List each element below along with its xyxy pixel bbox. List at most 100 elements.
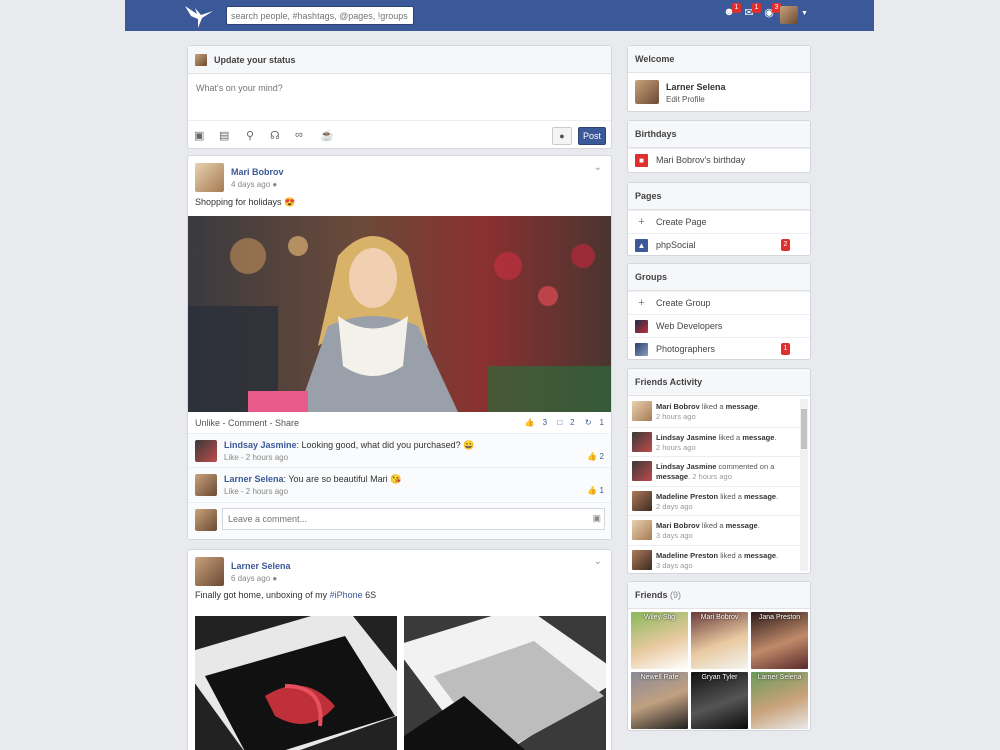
- friend-tile[interactable]: Larner Selena: [751, 672, 808, 729]
- avatar: [632, 401, 652, 421]
- widget-title: Friends (9): [628, 582, 810, 609]
- comment-composer: ▣: [188, 502, 611, 539]
- privacy-icon: ●: [272, 180, 278, 189]
- activity-item[interactable]: Mari Bobrov liked a message. 3 days ago: [628, 515, 800, 545]
- headphones-icon[interactable]: ☊: [270, 129, 280, 142]
- status-textarea[interactable]: [188, 75, 611, 119]
- post-actions[interactable]: Unlike - Comment - Share: [195, 418, 299, 428]
- plus-icon: +: [638, 216, 645, 228]
- comment-meta[interactable]: Like - 2 hours ago: [224, 453, 288, 462]
- create-page-link[interactable]: + Create Page: [628, 210, 810, 233]
- post-counts: 👍 3 □ 2 ↻ 1: [517, 418, 604, 427]
- comment-avatar[interactable]: [195, 474, 217, 496]
- friends-widget: Friends (9) Wiley Stig Mari Bobrov Jana …: [627, 581, 811, 731]
- comment-like-count[interactable]: 👍 2: [587, 452, 604, 461]
- edit-profile-link[interactable]: Edit Profile: [666, 95, 705, 104]
- friend-tile[interactable]: Mari Bobrov: [691, 612, 748, 669]
- page-item[interactable]: ▲ phpSocial 2: [628, 233, 810, 256]
- camera-icon[interactable]: ▣: [194, 129, 204, 142]
- friend-request-count: 1: [732, 3, 741, 13]
- status-title: Update your status: [214, 55, 296, 65]
- comment-text: Larner Selena: You are so beautiful Mari…: [224, 474, 402, 484]
- activity-item[interactable]: Mari Bobrov liked a message. 2 hours ago: [628, 397, 800, 427]
- birthday-item[interactable]: ■ Mari Bobrov's birthday: [628, 148, 810, 171]
- like-count[interactable]: 👍 3: [525, 418, 547, 427]
- widget-title: Friends Activity: [628, 369, 810, 396]
- group-icon: [635, 343, 648, 356]
- create-group-link[interactable]: + Create Group: [628, 291, 810, 314]
- hummingbird-logo-icon[interactable]: [181, 2, 215, 30]
- activity-item[interactable]: Lindsay Jasmine liked a message. 2 hours …: [628, 426, 800, 457]
- post-photo[interactable]: [195, 616, 397, 750]
- comment-like-count[interactable]: 👍 1: [587, 486, 604, 495]
- food-icon[interactable]: ☕: [320, 129, 334, 142]
- hashtag-link[interactable]: #iPhone: [330, 590, 363, 600]
- welcome-widget: Welcome Larner Selena Edit Profile: [627, 45, 811, 112]
- comment-input[interactable]: [222, 508, 605, 530]
- privacy-toggle-button[interactable]: ●: [552, 127, 572, 145]
- comment-text: Lindsay Jasmine: Looking good, what did …: [224, 440, 475, 450]
- film-icon[interactable]: ▤: [219, 129, 229, 142]
- post-photo[interactable]: [404, 616, 606, 750]
- post-menu-chevron-icon[interactable]: ⌄: [594, 556, 602, 567]
- comment-meta[interactable]: Like - 2 hours ago: [224, 487, 288, 496]
- post-author-avatar[interactable]: [195, 163, 224, 192]
- pages-widget: Pages + Create Page ▲ phpSocial 2: [627, 182, 811, 256]
- feed-post: Larner Selena 6 days ago ● ⌄ Finally got…: [187, 549, 612, 750]
- avatar: [632, 461, 652, 482]
- chevron-down-icon[interactable]: ▼: [801, 10, 808, 17]
- group-count-badge: 1: [781, 343, 790, 355]
- image-upload-icon[interactable]: ▣: [592, 513, 601, 524]
- glasses-icon[interactable]: ∞: [295, 129, 303, 141]
- status-header: Update your status: [188, 46, 611, 74]
- post-photo[interactable]: [188, 216, 611, 412]
- avatar: [632, 431, 652, 452]
- location-icon[interactable]: ⚲: [246, 129, 254, 142]
- friends-count: (9): [670, 590, 682, 600]
- post-menu-chevron-icon[interactable]: ⌄: [594, 162, 602, 173]
- widget-title: Birthdays: [628, 121, 810, 148]
- post-author-avatar[interactable]: [195, 557, 224, 586]
- scrollbar-thumb[interactable]: [801, 409, 807, 449]
- search-input[interactable]: [226, 6, 414, 25]
- post-author-name[interactable]: Larner Selena: [231, 561, 291, 571]
- friend-request-icon[interactable]: ☻ 1: [721, 3, 741, 22]
- post-timestamp[interactable]: 4 days ago ●: [231, 180, 277, 189]
- share-count[interactable]: ↻ 1: [585, 418, 604, 427]
- notification-icon[interactable]: ◉ 3: [761, 3, 781, 22]
- user-avatar[interactable]: [780, 6, 798, 24]
- status-toolbar: ▣ ▤ ⚲ ☊ ∞ ☕ ● Post: [188, 120, 611, 148]
- friend-tile[interactable]: Wiley Stig: [631, 612, 688, 669]
- page-icon: ▲: [635, 239, 648, 252]
- activity-scrollbar[interactable]: [800, 399, 808, 571]
- friend-tile[interactable]: Jana Preston: [751, 612, 808, 669]
- group-icon: [635, 320, 648, 333]
- message-icon[interactable]: ✉ 1: [741, 3, 761, 22]
- message-count: 1: [752, 3, 761, 13]
- activity-item[interactable]: Madeline Preston liked a message. 2 days …: [628, 485, 800, 516]
- activity-item[interactable]: Madeline Preston liked a message. 3 days …: [628, 544, 800, 573]
- comment-avatar[interactable]: [195, 440, 217, 462]
- widget-title: Groups: [628, 264, 810, 291]
- avatar: [195, 54, 207, 66]
- widget-title: Pages: [628, 183, 810, 210]
- avatar[interactable]: [635, 80, 659, 104]
- page-count-badge: 2: [781, 239, 790, 251]
- groups-widget: Groups + Create Group Web Developers Pho…: [627, 263, 811, 360]
- activity-item[interactable]: Lindsay Jasmine commented on a message. …: [628, 456, 800, 486]
- avatar: [632, 490, 652, 511]
- welcome-name[interactable]: Larner Selena: [666, 82, 726, 92]
- post-text: Shopping for holidays 😍: [195, 197, 296, 207]
- group-item[interactable]: Photographers 1: [628, 337, 810, 360]
- privacy-icon: ●: [272, 574, 278, 583]
- status-composer: Update your status ▣ ▤ ⚲ ☊ ∞ ☕ ● Post: [187, 45, 612, 149]
- post-timestamp[interactable]: 6 days ago ●: [231, 574, 277, 583]
- post-button[interactable]: Post: [578, 127, 606, 145]
- comment-count[interactable]: □ 2: [557, 418, 574, 427]
- friend-tile[interactable]: Gryan Tyler: [691, 672, 748, 729]
- post-author-name[interactable]: Mari Bobrov: [231, 167, 284, 177]
- gift-icon: ■: [635, 154, 648, 167]
- group-item[interactable]: Web Developers: [628, 314, 810, 337]
- birthdays-widget: Birthdays ■ Mari Bobrov's birthday: [627, 120, 811, 173]
- friend-tile[interactable]: Newell Rafe: [631, 672, 688, 729]
